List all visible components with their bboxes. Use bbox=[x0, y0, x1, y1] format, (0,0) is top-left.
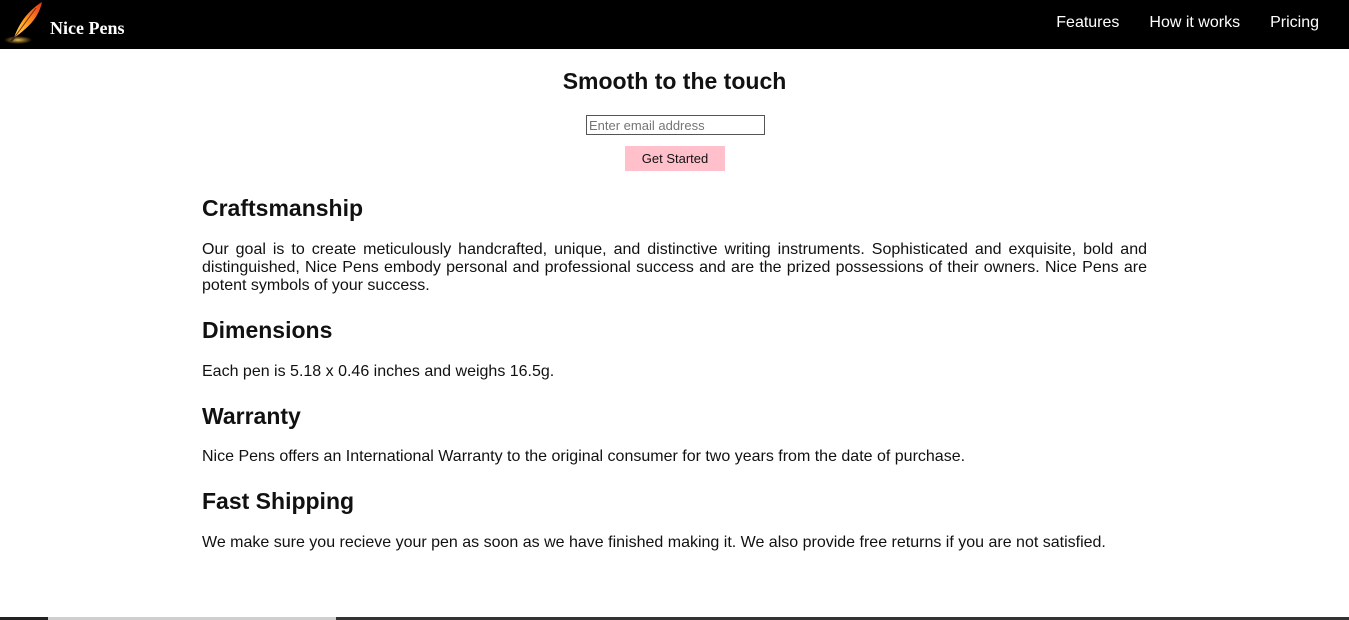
section-body-fast-shipping: We make sure you recieve your pen as soo… bbox=[202, 534, 1106, 551]
nav-link-features[interactable]: Features bbox=[1056, 14, 1119, 32]
get-started-button[interactable]: Get Started bbox=[625, 146, 725, 171]
section-heading-fast-shipping: Fast Shipping bbox=[202, 488, 355, 514]
nav-link-pricing[interactable]: Pricing bbox=[1270, 14, 1319, 32]
email-input[interactable] bbox=[586, 115, 765, 135]
main-nav: Features How it works Pricing bbox=[1056, 14, 1319, 32]
section-heading-warranty: Warranty bbox=[202, 403, 301, 429]
section-heading-craftsmanship: Craftsmanship bbox=[202, 195, 364, 221]
section-body-craftsmanship: Our goal is to create meticulously handc… bbox=[202, 241, 1147, 294]
site-header: Nice Pens Features How it works Pricing bbox=[0, 0, 1349, 49]
nav-link-how-it-works[interactable]: How it works bbox=[1149, 14, 1240, 32]
section-heading-dimensions: Dimensions bbox=[202, 317, 333, 343]
hero-title: Smooth to the touch bbox=[562, 68, 787, 94]
section-body-dimensions: Each pen is 5.18 x 0.46 inches and weigh… bbox=[202, 363, 555, 380]
brand-name[interactable]: Nice Pens bbox=[50, 18, 124, 38]
section-body-warranty: Nice Pens offers an International Warran… bbox=[202, 448, 966, 465]
quill-feather-icon[interactable] bbox=[4, 0, 48, 46]
